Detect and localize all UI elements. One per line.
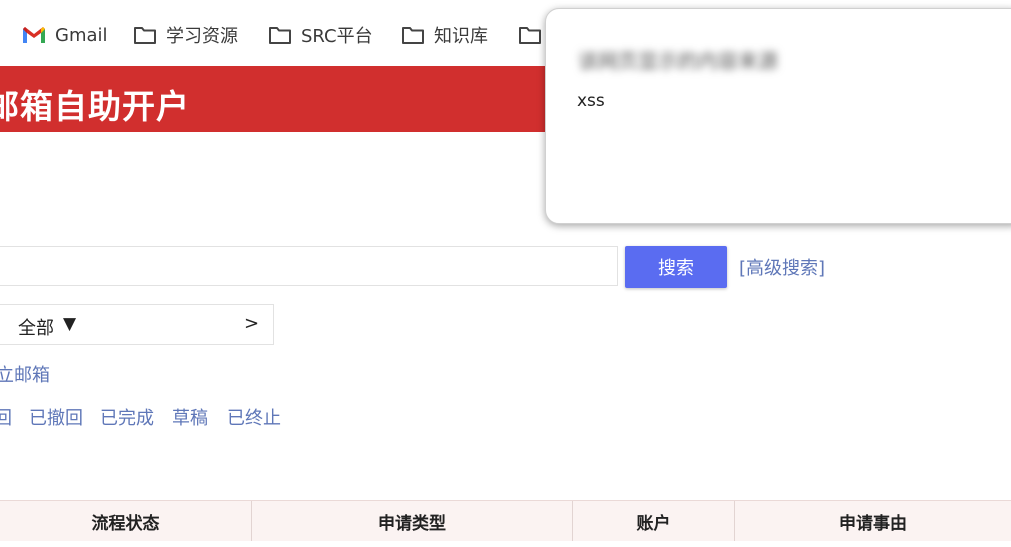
page-title: 邮箱自助开户	[0, 87, 190, 126]
search-button[interactable]: 搜索	[625, 246, 727, 288]
chevron-right-icon[interactable]: >	[244, 313, 259, 334]
column-header-type[interactable]: 申请类型	[251, 501, 572, 541]
gmail-icon	[22, 26, 46, 44]
bookmark-folder-src[interactable]: SRC平台	[268, 22, 373, 48]
column-header-reason[interactable]: 申请事由	[734, 501, 1011, 541]
tab-draft[interactable]: 草稿	[172, 404, 208, 430]
bookmark-folder-kb[interactable]: 知识库	[401, 22, 488, 48]
bookmark-folder-study[interactable]: 学习资源	[133, 22, 238, 48]
folder-icon	[133, 25, 157, 45]
alert-dialog: 该网页显示的内容来源 xss	[545, 8, 1011, 224]
bookmark-label: SRC平台	[301, 26, 373, 47]
page-header: 邮箱自助开户	[0, 66, 548, 132]
bookmark-label: Gmail	[55, 24, 108, 46]
folder-icon	[401, 25, 425, 45]
column-header-status[interactable]: 流程状态	[0, 501, 251, 541]
bookmark-folder-more[interactable]	[518, 22, 542, 48]
unit-mailbox-link[interactable]: 立邮箱	[0, 361, 50, 387]
tab-returned[interactable]: 回	[0, 404, 12, 430]
dialog-origin-text: 该网页显示的内容来源	[578, 49, 778, 73]
table-header: 流程状态 申请类型 账户 申请事由	[0, 500, 1011, 541]
folder-icon	[268, 25, 292, 45]
dialog-message: xss	[577, 91, 605, 111]
tab-terminated[interactable]: 已终止	[227, 404, 281, 430]
folder-icon	[518, 25, 542, 45]
bookmark-label: 知识库	[434, 26, 488, 47]
bookmark-gmail[interactable]: Gmail	[22, 22, 108, 48]
tab-completed[interactable]: 已完成	[100, 404, 154, 430]
column-header-account[interactable]: 账户	[572, 501, 734, 541]
filter-selected-value: 全部	[18, 318, 54, 339]
tab-withdrawn[interactable]: 已撤回	[29, 404, 83, 430]
advanced-search-link[interactable]: [高级搜索]	[739, 254, 825, 280]
status-filter-select[interactable]: 全部 ▼ >	[0, 304, 274, 345]
bookmark-label: 学习资源	[166, 26, 238, 47]
search-input[interactable]	[0, 246, 618, 286]
caret-down-icon: ▼	[63, 314, 77, 334]
